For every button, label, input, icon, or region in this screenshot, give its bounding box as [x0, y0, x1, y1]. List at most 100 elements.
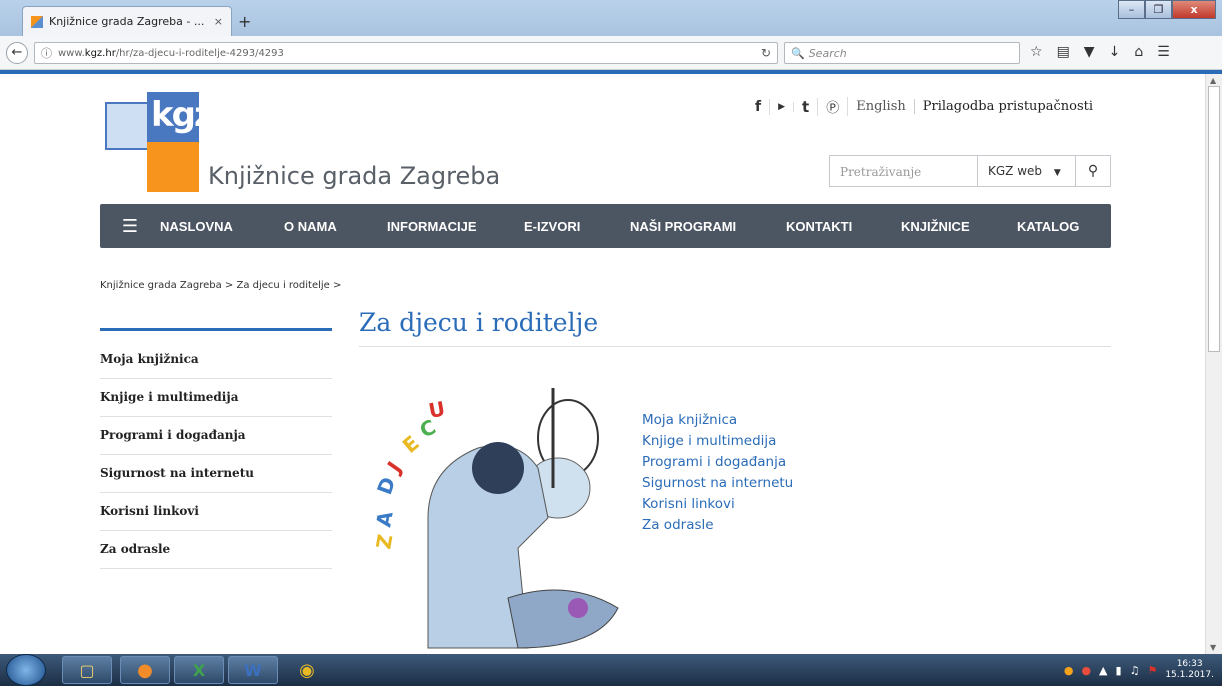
page-scrollbar[interactable]: ▲ ▼ [1205, 74, 1222, 654]
windows-taskbar: ▢ ● X W ◉ ● ● ▲ ▮ ♫ ⚑ 16:33 15.1.2017. [0, 654, 1222, 686]
url-path: /hr/za-djecu-i-roditelje-4293/4293 [115, 47, 284, 59]
breadcrumb-home[interactable]: Knjižnice grada Zagreba [100, 280, 222, 291]
browser-search-box[interactable]: 🔍 Search [784, 42, 1020, 64]
search-icon: ⚲ [1087, 163, 1099, 179]
logo-book-shape [147, 142, 199, 192]
minimize-button[interactable]: – [1118, 0, 1145, 19]
chrome-icon: ◉ [299, 659, 315, 681]
pocket-icon[interactable]: ▼ [1084, 44, 1095, 60]
folder-icon: ▢ [79, 660, 95, 680]
window-controls: – ❐ x [1118, 0, 1216, 19]
menu-item-informacije[interactable]: INFORMACIJE [387, 219, 524, 234]
sidebar-item-programi[interactable]: Programi i događanja [100, 417, 332, 455]
content-link-za-odrasle[interactable]: Za odrasle [642, 515, 793, 536]
close-window-button[interactable]: x [1172, 0, 1216, 19]
breadcrumb-separator: > [224, 280, 234, 291]
site-info-icon[interactable]: ⓘ [41, 45, 52, 61]
english-link[interactable]: English [848, 99, 915, 114]
tray-clock[interactable]: 16:33 15.1.2017. [1165, 659, 1214, 681]
sidebar-item-za-odrasle[interactable]: Za odrasle [100, 531, 332, 569]
logo-city-emblem [105, 102, 151, 150]
scroll-up-icon[interactable]: ▲ [1210, 76, 1216, 85]
tumblr-icon[interactable]: t [794, 97, 819, 116]
menu-item-naslovna[interactable]: NASLOVNA [160, 219, 284, 234]
youtube-icon[interactable]: ▶ [770, 101, 795, 112]
search-scope-value: KGZ web [988, 164, 1043, 178]
bookmark-star-icon[interactable]: ☆ [1030, 44, 1043, 60]
content-link-sigurnost[interactable]: Sigurnost na internetu [642, 473, 793, 494]
tray-flag-icon[interactable]: ⚑ [1147, 664, 1157, 677]
sidebar-item-korisni-linkovi[interactable]: Korisni linkovi [100, 493, 332, 531]
reading-list-icon[interactable]: ▤ [1057, 44, 1070, 60]
tray-network-icon[interactable]: ▲ [1099, 664, 1107, 677]
taskbar-word[interactable]: W [228, 656, 278, 684]
site-search-input[interactable]: Pretraživanje [830, 156, 978, 186]
scrollbar-thumb[interactable] [1208, 86, 1220, 352]
search-scope-select[interactable]: KGZ web ▼ [978, 156, 1076, 186]
svg-text:A: A [371, 509, 397, 529]
clock-time: 16:33 [1176, 659, 1203, 669]
scroll-down-icon[interactable]: ▼ [1210, 643, 1216, 652]
caret-down-icon: ▼ [1053, 168, 1061, 178]
child-painting-svg: ZA DJECU Z A D J E C U [371, 388, 619, 649]
taskbar-firefox[interactable]: ● [120, 656, 170, 684]
logo-kgz-letters: kgz [147, 92, 214, 142]
tray-signal-icon[interactable]: ▮ [1116, 664, 1122, 677]
menu-icon[interactable]: ☰ [1157, 44, 1170, 60]
browser-toolbar-icons: ☆ ▤ ▼ ↓ ⌂ ☰ [1030, 44, 1170, 60]
sidebar-divider [100, 328, 332, 331]
home-icon[interactable]: ⌂ [1134, 44, 1143, 60]
pinterest-icon[interactable]: Ⓟ [818, 97, 849, 116]
sidebar-nav: Moja knjižnica Knjige i multimedija Prog… [100, 341, 332, 569]
content-link-moja-knjiznica[interactable]: Moja knjižnica [642, 410, 793, 431]
excel-icon: X [192, 660, 206, 680]
page-top-border [0, 70, 1222, 74]
menu-item-e-izvori[interactable]: E-IZVORI [524, 219, 630, 234]
content-link-korisni-linkovi[interactable]: Korisni linkovi [642, 494, 793, 515]
search-icon: 🔍 [791, 46, 805, 60]
tray-chrome-icon[interactable]: ● [1081, 664, 1091, 677]
menu-item-kontakti[interactable]: KONTAKTI [786, 219, 901, 234]
taskbar-excel[interactable]: X [174, 656, 224, 684]
back-button[interactable]: ← [6, 42, 28, 64]
system-tray: ● ● ▲ ▮ ♫ ⚑ 16:33 15.1.2017. [1064, 654, 1214, 686]
menu-item-katalog[interactable]: KATALOG [1017, 219, 1079, 234]
sidebar-item-sigurnost[interactable]: Sigurnost na internetu [100, 455, 332, 493]
new-tab-button[interactable]: + [238, 12, 251, 31]
accessibility-link[interactable]: Prilagodba pristupačnosti [915, 99, 1101, 114]
browser-tab[interactable]: Knjižnice grada Zagreba - ... × [22, 6, 232, 36]
breadcrumb-current[interactable]: Za djecu i roditelje [237, 280, 330, 291]
tray-volume-icon[interactable]: ♫ [1130, 664, 1140, 677]
maximize-button[interactable]: ❐ [1145, 0, 1172, 19]
sidebar-item-moja-knjiznica[interactable]: Moja knjižnica [100, 341, 332, 379]
browser-tab-bar: Knjižnice grada Zagreba - ... × + – ❐ x [0, 0, 1222, 36]
reload-icon[interactable]: ↻ [761, 46, 771, 60]
facebook-icon[interactable]: f [747, 98, 771, 115]
menu-item-o-nama[interactable]: O NAMA [284, 219, 387, 234]
tray-app-icon[interactable]: ● [1064, 664, 1074, 677]
download-icon[interactable]: ↓ [1109, 44, 1121, 60]
breadcrumb-separator: > [333, 280, 342, 291]
breadcrumb: Knjižnice grada Zagreba > Za djecu i rod… [100, 280, 341, 291]
hamburger-menu-icon[interactable]: ☰ [100, 216, 160, 237]
url-prefix: www. [58, 47, 85, 59]
menu-item-nasi-programi[interactable]: NAŠI PROGRAMI [630, 219, 786, 234]
start-button[interactable] [6, 654, 46, 686]
menu-item-knjiznice[interactable]: KNJIŽNICE [901, 219, 1017, 234]
children-illustration: ZA DJECU Z A D J E C U [368, 378, 634, 654]
site-search: Pretraživanje KGZ web ▼ ⚲ [829, 155, 1111, 187]
tab-title: Knjižnice grada Zagreba - ... [49, 15, 205, 28]
url-bar[interactable]: ⓘ www. kgz.hr/hr/za-djecu-i-roditelje-429… [34, 42, 778, 64]
content-link-programi[interactable]: Programi i događanja [642, 452, 793, 473]
browser-nav-bar: ← ⓘ www. kgz.hr/hr/za-djecu-i-roditelje-4… [0, 36, 1222, 70]
sidebar-item-knjige-multimedija[interactable]: Knjige i multimedija [100, 379, 332, 417]
svg-text:Z: Z [371, 532, 397, 550]
page-title: Za djecu i roditelje [359, 308, 599, 337]
taskbar-chrome[interactable]: ◉ [282, 656, 332, 684]
taskbar-explorer[interactable]: ▢ [62, 656, 112, 684]
search-button[interactable]: ⚲ [1076, 156, 1110, 186]
site-name[interactable]: Knjižnice grada Zagreba [208, 162, 500, 190]
tab-close-icon[interactable]: × [214, 15, 223, 28]
content-link-knjige-multimedija[interactable]: Knjige i multimedija [642, 431, 793, 452]
svg-text:E: E [398, 431, 424, 458]
